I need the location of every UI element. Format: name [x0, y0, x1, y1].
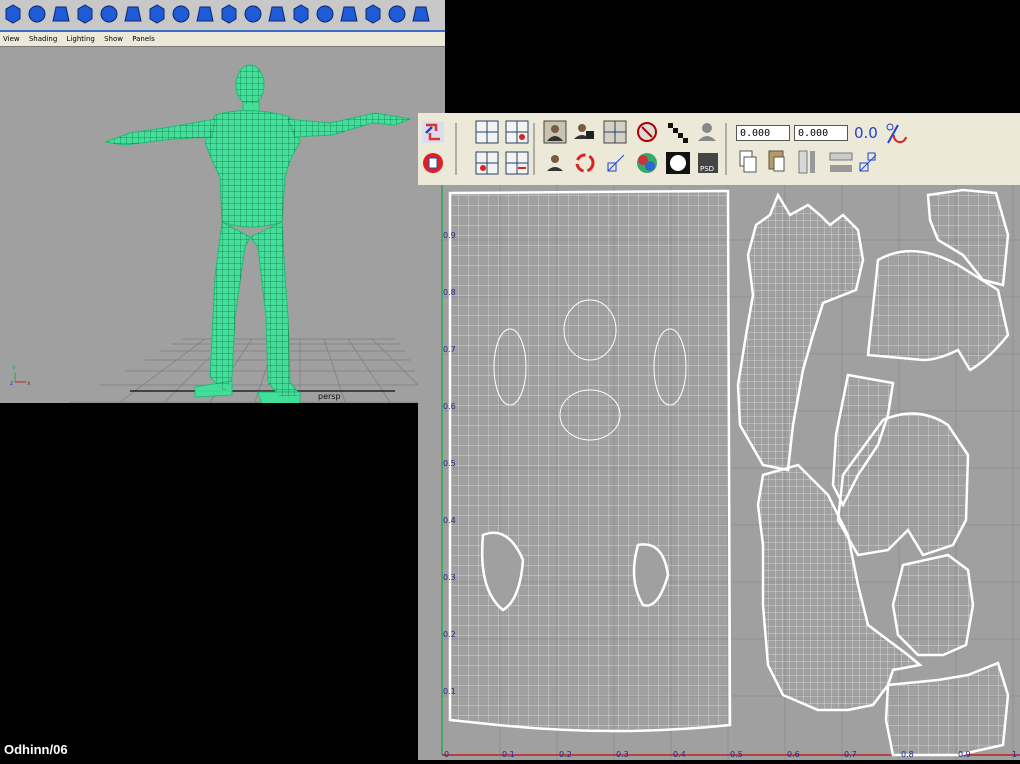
deform-icon[interactable]	[266, 3, 288, 25]
snap-uv-icon[interactable]	[859, 152, 877, 172]
color-sphere-icon[interactable]	[637, 153, 657, 173]
reset-uv-icon[interactable]	[423, 153, 443, 173]
tick-y-0.5: 0.5	[443, 459, 456, 468]
u-value-field[interactable]: 0.000	[736, 125, 790, 141]
grid-minus-icon[interactable]	[475, 151, 499, 175]
cube-icon[interactable]	[26, 3, 48, 25]
tick-x-10: 1	[1012, 750, 1017, 759]
axis-y-label: y	[12, 364, 16, 371]
uv-shells[interactable]	[448, 188, 1010, 757]
extrude-icon[interactable]	[314, 3, 336, 25]
helix-icon[interactable]	[170, 3, 192, 25]
grid-uv-icon[interactable]	[475, 120, 499, 144]
uv-value-display: 0.0	[854, 124, 878, 142]
move-icon[interactable]	[242, 3, 264, 25]
axis-x-label: x	[27, 380, 31, 387]
menu-view[interactable]: View	[3, 35, 20, 43]
tick-x-7: 0.7	[844, 750, 857, 759]
svg-text:PSD: PSD	[700, 165, 714, 173]
sphere-icon[interactable]	[2, 3, 24, 25]
shelf-toolbar	[0, 0, 445, 31]
axis-z-label: z	[10, 380, 13, 387]
tick-y-0.8: 0.8	[443, 288, 456, 297]
tick-y-0.3: 0.3	[443, 573, 456, 582]
ground-grid	[70, 338, 431, 403]
cycle-uv-icon[interactable]	[575, 153, 595, 173]
grid-toggle-icon[interactable]	[603, 120, 627, 144]
lattice-icon[interactable]	[290, 3, 312, 25]
tick-x-1: 0.1	[502, 750, 515, 759]
tick-x-5: 0.5	[730, 750, 743, 759]
pipe-icon[interactable]	[146, 3, 168, 25]
soccer-ball-icon[interactable]	[194, 3, 216, 25]
rotate-uv-icon[interactable]	[886, 123, 907, 144]
psd-icon[interactable]: PSD	[698, 153, 718, 173]
tick-y-0.2: 0.2	[443, 630, 456, 639]
uv-texture-editor: 0.0 PSD 0.000 0.000 0 0.1 0.2 0.3 0.4 0.…	[418, 113, 1020, 760]
white-sphere-icon[interactable]	[666, 152, 690, 174]
platonic-icon[interactable]	[218, 3, 240, 25]
tick-x-3: 0.3	[616, 750, 629, 759]
bevel-icon[interactable]	[362, 3, 384, 25]
grid-add-icon[interactable]	[505, 120, 529, 144]
tick-x-6: 0.6	[787, 750, 800, 759]
tick-y-0.1: 0.1	[443, 687, 456, 696]
split-icon[interactable]	[338, 3, 360, 25]
menu-lighting[interactable]: Lighting	[67, 35, 95, 43]
cone-icon[interactable]	[74, 3, 96, 25]
menu-show[interactable]: Show	[104, 35, 123, 43]
tick-x-2: 0.2	[559, 750, 572, 759]
torso-shell	[448, 189, 732, 733]
shelf-icons	[0, 0, 445, 28]
v-value-field[interactable]: 0.000	[794, 125, 848, 141]
align-vertical-icon[interactable]	[798, 150, 815, 174]
tick-y-0.9: 0.9	[443, 231, 456, 240]
character-mesh[interactable]	[104, 64, 412, 406]
tick-x-9: 0.9	[958, 750, 971, 759]
copy-uv-icon[interactable]	[739, 150, 757, 173]
tick-y-0.6: 0.6	[443, 402, 456, 411]
tick-y-0.7: 0.7	[443, 345, 456, 354]
viewport-canvas[interactable]: y z x persp	[0, 47, 445, 406]
viewport-menubar: View Shading Lighting Show Panels	[0, 30, 445, 47]
cylinder-icon[interactable]	[50, 3, 72, 25]
face-checker-icon[interactable]	[574, 124, 594, 139]
menu-panels[interactable]: Panels	[132, 35, 155, 43]
face-image-icon[interactable]	[543, 120, 567, 144]
grid-remove-icon[interactable]	[505, 151, 529, 175]
uv-canvas[interactable]: 0 0.1 0.2 0.3 0.4 0.5 0.6 0.7 0.8 0.9 1 …	[418, 185, 1020, 760]
uv-toolbar: 0.0 PSD 0.000 0.000	[418, 113, 1020, 186]
plane-icon[interactable]	[98, 3, 120, 25]
checker-icon[interactable]	[668, 123, 688, 143]
flip-uv-icon[interactable]	[422, 121, 444, 143]
perspective-viewport: View Shading Lighting Show Panels y z x …	[0, 30, 445, 406]
torus-icon[interactable]	[122, 3, 144, 25]
shaded-face-icon[interactable]	[698, 123, 716, 141]
tick-x-8: 0.8	[901, 750, 914, 759]
tick-x-4: 0.4	[673, 750, 686, 759]
smooth-icon[interactable]	[410, 3, 432, 25]
scale-uv-icon[interactable]	[607, 154, 625, 172]
knee-shell	[891, 553, 975, 657]
foot-shell	[884, 661, 1010, 757]
credit-label: Odhinn/06	[4, 742, 68, 757]
tick-y-0.4: 0.4	[443, 516, 456, 525]
tick-x-0: 0	[444, 750, 449, 759]
face-icon[interactable]	[547, 155, 563, 171]
paste-uv-icon[interactable]	[768, 150, 785, 172]
merge-icon[interactable]	[386, 3, 408, 25]
menu-shading[interactable]: Shading	[29, 35, 57, 43]
align-horizontal-icon[interactable]	[829, 152, 853, 172]
pin-uv-icon[interactable]	[637, 122, 657, 142]
camera-label: persp	[318, 392, 341, 401]
axis-gizmo: y z x	[10, 364, 31, 387]
